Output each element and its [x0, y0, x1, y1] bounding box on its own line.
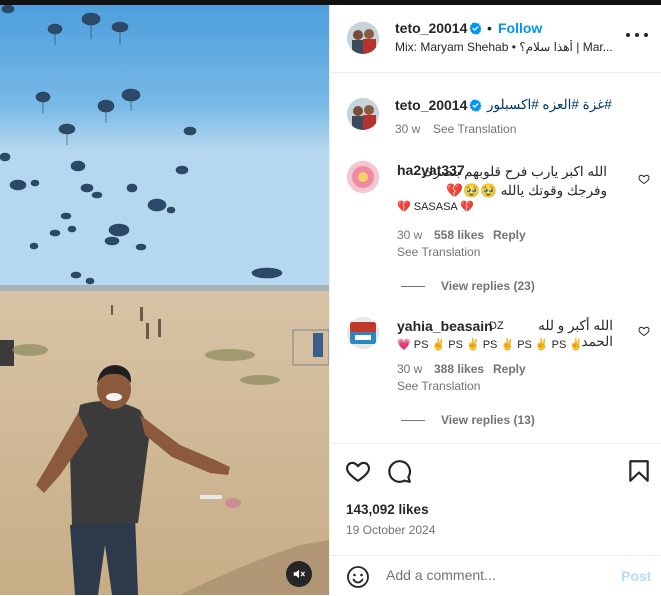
comment-likes[interactable]: 558 likes: [434, 228, 484, 242]
verified-badge-icon: [469, 22, 482, 35]
like-comment-heart-icon[interactable]: [638, 325, 650, 337]
like-comment-heart-icon[interactable]: [638, 173, 650, 185]
muted-speaker-icon: [293, 569, 305, 579]
audio-track-link[interactable]: Mix: Maryam Shehab • أهذا سلام؟ | Mar...: [395, 40, 615, 54]
more-options-button[interactable]: [626, 25, 648, 45]
add-comment-bar: Post: [330, 555, 661, 596]
post-like-count[interactable]: 143,092 likes: [346, 502, 429, 517]
comment-text: الله اكبر يارب فرح قلوبهم بنصرك وفرجك وق…: [422, 164, 607, 198]
post-header: teto_20014 • Follow Mix: Maryam Shehab •…: [330, 5, 661, 73]
avatar-image: [347, 98, 379, 130]
caption-see-translation[interactable]: See Translation: [433, 122, 516, 136]
comment-reply-button[interactable]: Reply: [493, 228, 526, 242]
mute-toggle-button[interactable]: [286, 561, 312, 587]
post-video[interactable]: [0, 5, 329, 595]
video-frame-illustration: [0, 5, 329, 595]
comment-username[interactable]: yahia_beasain: [397, 318, 493, 334]
caption-author-avatar[interactable]: [347, 98, 379, 130]
comment-see-translation[interactable]: See Translation: [397, 379, 480, 393]
comment-age: 30 w: [397, 362, 423, 376]
more-dot-icon: [644, 33, 648, 37]
comment-bubble-icon[interactable]: [386, 458, 412, 484]
comment-user-badge: DZ: [489, 320, 504, 332]
comment-reply-button[interactable]: Reply: [493, 362, 526, 376]
header-dot-separator: •: [487, 20, 492, 36]
comment-likes[interactable]: 388 likes: [434, 362, 484, 376]
comments-list: teto_20014 #غزة #العزه #اكسبلور 30 w See…: [330, 73, 661, 443]
comment-input[interactable]: [386, 567, 606, 583]
comment-avatar[interactable]: [347, 161, 379, 193]
comment-extra: 💔 SASASA 💔: [397, 201, 474, 213]
replies-divider: [401, 420, 425, 421]
view-replies-button[interactable]: View replies (23): [441, 279, 535, 293]
more-dot-icon: [626, 33, 630, 37]
post-actions: 143,092 likes 19 October 2024 Post: [330, 443, 661, 595]
avatar-image: [347, 22, 379, 54]
author-username[interactable]: teto_20014: [395, 20, 467, 36]
verified-badge-icon: [469, 99, 482, 112]
post-comment-button[interactable]: Post: [621, 568, 651, 584]
caption-age: 30 w: [395, 122, 421, 136]
post-details-panel: teto_20014 • Follow Mix: Maryam Shehab •…: [329, 5, 661, 595]
comment-extra: 💗 PS ✌️ PS ✌️ PS ✌️ PS ✌️ PS ✌️: [397, 339, 584, 351]
replies-divider: [401, 286, 425, 287]
avatar-image: [347, 161, 379, 193]
follow-button[interactable]: Follow: [498, 20, 542, 36]
save-bookmark-icon[interactable]: [626, 458, 652, 484]
caption-username[interactable]: teto_20014: [395, 97, 467, 113]
caption-hashtags[interactable]: #غزة #العزه #اكسبلور: [487, 97, 612, 113]
author-avatar[interactable]: [347, 22, 379, 54]
comment-avatar[interactable]: [347, 317, 379, 349]
emoji-smiley-icon[interactable]: [346, 565, 370, 589]
view-replies-button[interactable]: View replies (13): [441, 413, 535, 427]
post-date: 19 October 2024: [346, 523, 436, 537]
like-heart-icon[interactable]: [345, 458, 371, 484]
comment-see-translation[interactable]: See Translation: [397, 245, 480, 259]
more-dot-icon: [635, 33, 639, 37]
avatar-image: [347, 317, 379, 349]
instagram-post-view: teto_20014 • Follow Mix: Maryam Shehab •…: [0, 0, 661, 595]
comment-age: 30 w: [397, 228, 423, 242]
